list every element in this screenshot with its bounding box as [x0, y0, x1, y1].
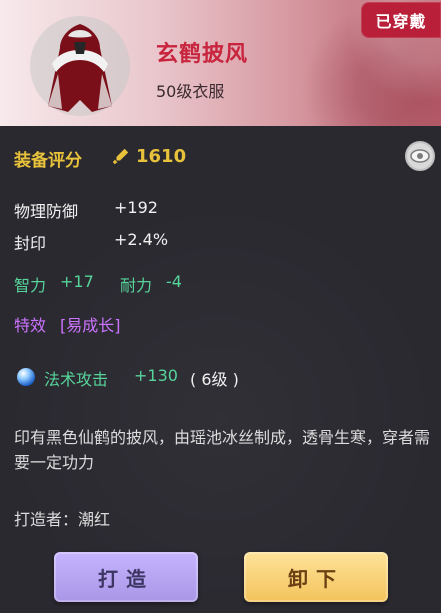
special-effect-label: 特效 [14, 316, 47, 335]
stat-value-stamina: -4 [166, 272, 182, 291]
compare-eye-button[interactable] [405, 141, 435, 171]
stat-name-physical-defense: 物理防御 [14, 202, 79, 221]
skill-name: 法术攻击 [44, 370, 109, 389]
special-effect-value: [易成长] [60, 316, 121, 335]
score-sword-icon [112, 148, 129, 165]
equipment-tooltip-panel: 玄鹤披风 50级衣服 已穿戴 装备评分 1610 物理防御 +192 封印 +2… [0, 0, 441, 613]
item-description: 印有黑色仙鹤的披风，由瑶池冰丝制成，透骨生寒，穿者需要一定功力 [14, 428, 431, 472]
skill-orb-icon [17, 368, 35, 386]
worn-badge: 已穿戴 [361, 2, 441, 38]
cloak-icon [30, 16, 130, 116]
item-name: 玄鹤披风 [156, 42, 249, 67]
score-value: 1610 [136, 146, 187, 167]
stat-value-physical-defense: +192 [114, 198, 158, 217]
skill-level: ( 6级 ) [190, 370, 239, 389]
eye-icon [410, 149, 430, 163]
stat-name-stamina: 耐力 [120, 276, 153, 295]
stat-name-seal: 封印 [14, 234, 47, 253]
unequip-button[interactable]: 卸下 [244, 552, 388, 602]
item-type: 50级衣服 [156, 82, 225, 101]
skill-value: +130 [134, 366, 178, 385]
maker-info: 打造者：潮红 [14, 510, 111, 529]
stat-value-seal: +2.4% [114, 230, 169, 249]
score-label: 装备评分 [14, 151, 82, 171]
make-button[interactable]: 打造 [54, 552, 198, 602]
stat-value-intelligence: +17 [60, 272, 94, 291]
stat-name-intelligence: 智力 [14, 276, 47, 295]
